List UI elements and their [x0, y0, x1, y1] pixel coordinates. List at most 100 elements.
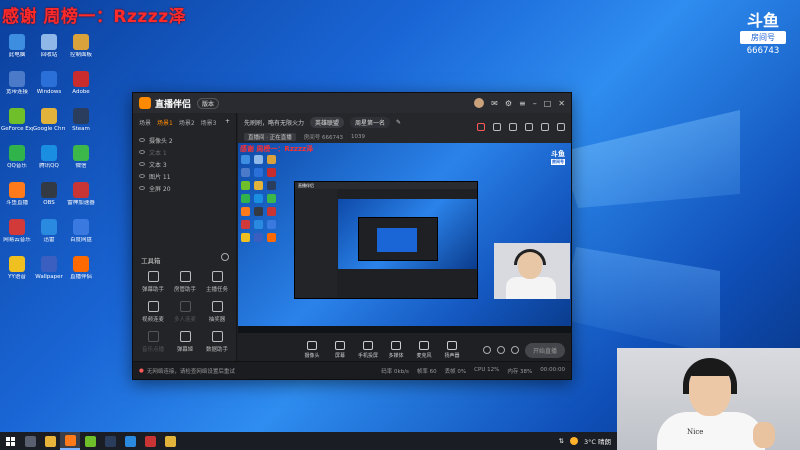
edit-icon[interactable]: ✎ [396, 119, 401, 126]
scene-tab[interactable]: 场景2 [179, 118, 195, 127]
tool-button[interactable]: 主播任务 [201, 271, 233, 293]
search-app[interactable] [20, 432, 40, 450]
tool-button[interactable]: 房管助手 [169, 271, 201, 293]
version-badge[interactable]: 版本 [197, 97, 220, 109]
desktop-icon[interactable]: Wallpaper [33, 256, 65, 290]
preview-desktop-icon [254, 194, 263, 203]
lock-icon[interactable] [493, 123, 501, 131]
gift-icon[interactable] [477, 123, 485, 131]
source-item[interactable]: 全屏 20 [139, 182, 230, 194]
desktop-icon[interactable]: OBS [33, 182, 65, 216]
desktop-icon[interactable]: 百度网盘 [65, 219, 97, 253]
steam-app[interactable] [100, 432, 120, 450]
desktop-icon[interactable]: 斗鱼直播 [1, 182, 33, 216]
message-icon[interactable]: ✉ [491, 99, 498, 108]
desktop-icon[interactable]: 控制面板 [65, 34, 97, 68]
tool-button[interactable]: 数据助手 [201, 331, 233, 353]
eye-icon[interactable] [139, 150, 145, 154]
app-icon [9, 71, 25, 87]
network-icon[interactable]: ⇅ [559, 437, 564, 445]
control-button[interactable]: 手机投屏 [354, 341, 382, 359]
eye-icon[interactable] [139, 186, 145, 190]
start-live-button[interactable]: 开始直播 [524, 342, 565, 358]
nested-preview [338, 199, 477, 269]
desktop-icon[interactable]: 迅雷 [33, 219, 65, 253]
settings-icon[interactable]: ⚙ [505, 99, 512, 108]
tool-button[interactable]: 音乐点播 [137, 331, 169, 353]
maximize-icon[interactable]: □ [544, 99, 552, 108]
source-item[interactable]: 摄像头 2 [139, 134, 230, 146]
bell-icon[interactable] [541, 123, 549, 131]
source-item[interactable]: 文本 3 [139, 158, 230, 170]
store-app[interactable] [140, 432, 160, 450]
desktop-icon[interactable]: Google Chrome [33, 108, 65, 142]
control-button[interactable]: 多媒体 [382, 341, 410, 359]
stream-rank[interactable]: 周星第一名 [350, 116, 391, 128]
app-titlebar[interactable]: 直播伴侣 版本 ✉ ⚙ ≡ – □ ✕ [133, 93, 571, 113]
notification-icon[interactable] [525, 123, 533, 131]
desktop-icon[interactable]: QQ音乐 [1, 145, 33, 179]
tool-button[interactable]: 弹幕姬 [169, 331, 201, 353]
desktop-icon[interactable]: 网易云音乐 [1, 219, 33, 253]
desktop-icon[interactable]: GeForce Experience [1, 108, 33, 142]
record-button[interactable] [482, 346, 491, 354]
record-icon[interactable] [509, 123, 517, 131]
control-button[interactable]: 屏幕 [326, 341, 354, 359]
scene-tab[interactable]: 场景3 [201, 118, 217, 127]
share-icon[interactable] [557, 123, 565, 131]
chrome-app[interactable] [160, 432, 180, 450]
desktop-icon[interactable]: Steam [65, 108, 97, 142]
close-icon[interactable]: ✕ [558, 99, 565, 108]
desktop-icon[interactable]: Adobe [65, 71, 97, 105]
add-scene-icon[interactable]: + [225, 118, 230, 127]
eye-icon[interactable] [139, 138, 145, 142]
desktop-icon-label: 迅雷 [43, 237, 55, 243]
control-button[interactable]: 扬声器 [438, 341, 466, 359]
game-app[interactable] [80, 432, 100, 450]
stream-title[interactable]: 先刷刷，略有无限火力 [244, 118, 304, 127]
source-item[interactable]: 文本 1 [139, 146, 230, 158]
settings-app[interactable] [120, 432, 140, 450]
desktop-icon[interactable]: 雷神加速器 [65, 182, 97, 216]
desktop-icon[interactable]: 宽带连接 [1, 71, 33, 105]
desktop-icon[interactable]: 微信 [65, 145, 97, 179]
bottom-right: 开始直播 [482, 342, 565, 358]
start-button[interactable] [0, 432, 20, 450]
desktop-icon[interactable]: 腾讯QQ [33, 145, 65, 179]
preview-douyu-tag: 房间号 [551, 159, 565, 165]
weather-text[interactable]: 3°C 晴朗 [584, 436, 611, 446]
app-main: 先刷刷，略有无限火力 英雄联盟 周星第一名 ✎ 直播间 · 正在直播 房间号 6… [238, 113, 571, 361]
tools-settings-icon[interactable] [221, 253, 229, 261]
folder-app[interactable] [40, 432, 60, 450]
stream-category[interactable]: 英雄联盟 [310, 116, 345, 128]
app-icon [9, 219, 25, 235]
tool-button[interactable]: 多人连麦 [169, 301, 201, 323]
desktop-icon[interactable]: 此电脑 [1, 34, 33, 68]
source-label: 文本 3 [149, 161, 167, 169]
control-button[interactable]: 麦克风 [410, 341, 438, 359]
douyu-app[interactable] [60, 432, 80, 450]
weather-icon[interactable] [570, 437, 578, 445]
live-settings-icon[interactable] [496, 346, 505, 354]
desktop-icon[interactable]: YY语音 [1, 256, 33, 290]
scene-tab[interactable]: 场景1 [157, 118, 173, 127]
streaming-app-window[interactable]: 直播伴侣 版本 ✉ ⚙ ≡ – □ ✕ 场景 场景1 场景2 场景3 + 摄像头 2 文本… [132, 92, 572, 380]
tool-button[interactable]: 弹幕助手 [137, 271, 169, 293]
minimize-icon[interactable]: – [533, 99, 537, 108]
desktop-icon[interactable]: 回收站 [33, 34, 65, 68]
desktop-icon[interactable]: Windows [33, 71, 65, 105]
source-item[interactable]: 图片 11 [139, 170, 230, 182]
tool-button[interactable]: 抽奖器 [201, 301, 233, 323]
eye-icon[interactable] [139, 162, 145, 166]
tool-label: 主播任务 [205, 287, 228, 293]
scene-tab[interactable]: 场景 [139, 118, 151, 127]
tool-button[interactable]: 视频连麦 [137, 301, 169, 323]
stream-preview[interactable]: 感谢 周榜一：Rzzzz泽 斗鱼 房间号 直播伴侣 [238, 143, 571, 333]
preview-desktop-icon [267, 181, 276, 190]
eye-icon[interactable] [139, 174, 145, 178]
desktop-icon[interactable]: 直播伴侣 [65, 256, 97, 290]
menu-icon[interactable]: ≡ [519, 99, 526, 108]
user-avatar[interactable] [474, 98, 485, 108]
gear-icon[interactable] [510, 346, 519, 354]
control-button[interactable]: 摄像头 [298, 341, 326, 359]
